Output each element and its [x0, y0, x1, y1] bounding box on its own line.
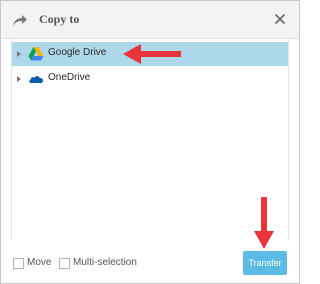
annotation-arrow-down	[254, 197, 274, 249]
google-drive-icon	[28, 46, 44, 62]
share-arrow-icon	[11, 12, 29, 28]
onedrive-icon	[28, 71, 44, 87]
annotation-arrow-left	[123, 44, 181, 64]
expand-triangle-icon[interactable]	[17, 51, 21, 57]
multi-selection-label: Multi-selection	[73, 257, 137, 268]
dialog-titlebar: Copy to	[1, 1, 299, 39]
close-icon[interactable]	[273, 12, 287, 26]
destination-tree: Google Drive OneDrive	[11, 39, 289, 239]
dialog-title: Copy to	[39, 12, 80, 26]
expand-triangle-icon[interactable]	[17, 76, 21, 82]
tree-item-label: Google Drive	[48, 47, 107, 58]
transfer-button[interactable]: Transfer	[243, 251, 287, 275]
move-label: Move	[27, 257, 52, 268]
tree-item-label: OneDrive	[48, 72, 91, 83]
tree-item-onedrive[interactable]: OneDrive	[12, 67, 288, 91]
move-checkbox[interactable]	[13, 258, 24, 269]
copy-to-dialog: Copy to Google Drive OneDrive Move Multi…	[0, 0, 300, 284]
multi-selection-checkbox[interactable]	[59, 258, 70, 269]
